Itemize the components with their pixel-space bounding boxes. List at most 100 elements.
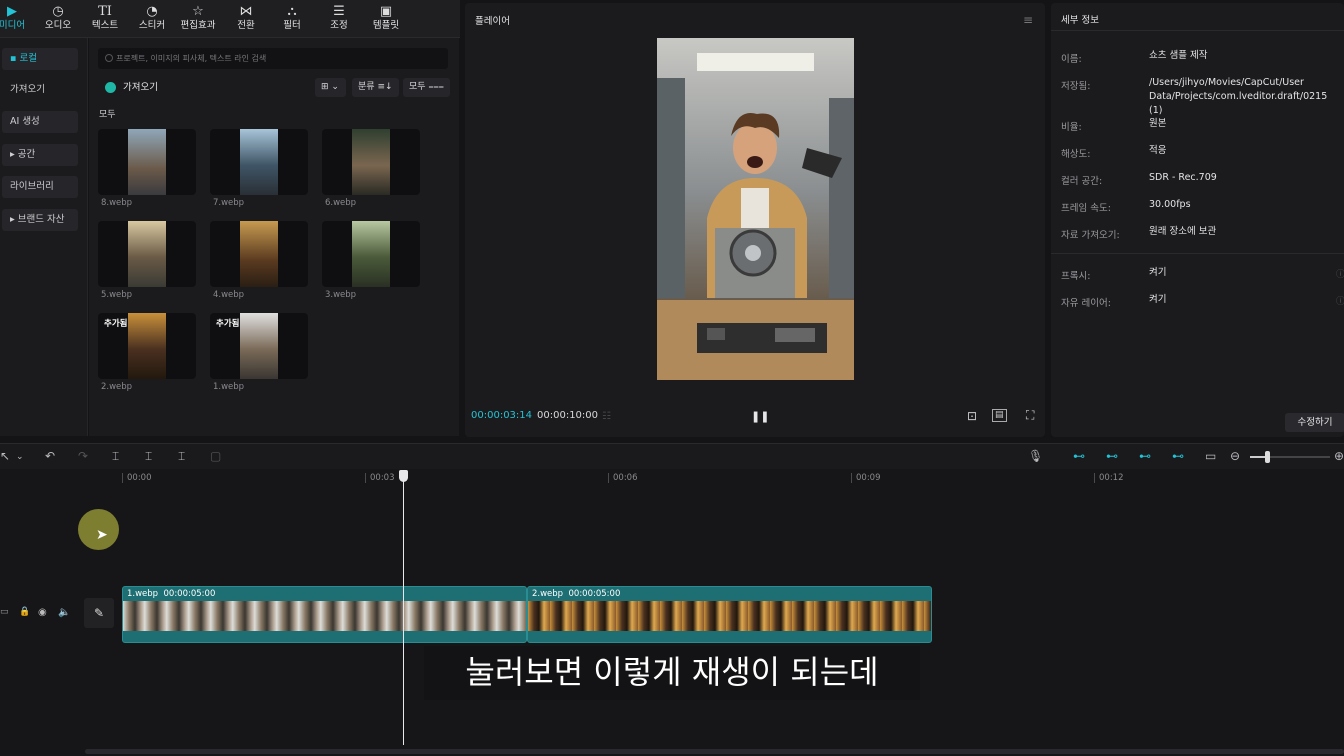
media-name: 7.webp (213, 198, 245, 208)
tool-label: 조정 (330, 20, 348, 31)
info-icon[interactable]: ⓘ (1336, 294, 1344, 307)
zoom-out-icon[interactable]: ⊖ (1230, 449, 1240, 463)
speaker-icon[interactable]: 🔈 (58, 607, 70, 618)
playhead[interactable] (403, 470, 404, 745)
tool-label: 전환 (237, 20, 255, 31)
template-icon: ▣ (379, 4, 393, 19)
lock-icon[interactable]: 🔒 (19, 607, 30, 617)
tool-audio[interactable]: ◷ 오디오 (36, 3, 80, 35)
edit-cover-icon[interactable]: ✎ (84, 598, 114, 628)
sidebar-item-space[interactable]: ▸ 공간 (2, 144, 78, 166)
magnet-icon[interactable]: ⊷ (1106, 449, 1118, 463)
tool-text[interactable]: TI 텍스트 (83, 3, 127, 35)
media-item[interactable] (98, 129, 196, 195)
filter-button[interactable]: 모두 ⩶ (403, 78, 450, 97)
sort-button[interactable]: 분류 ≡↓ (352, 78, 399, 97)
current-timecode: 00:00:03:14 (471, 410, 533, 421)
link-main-track-icon[interactable]: ⊷ (1073, 449, 1085, 463)
tool-label: 오디오 (44, 20, 72, 31)
media-item[interactable] (210, 221, 308, 287)
detail-key: 자유 레이어: (1061, 298, 1111, 309)
delete-icon[interactable]: ▢ (210, 449, 221, 463)
media-item[interactable]: 추가됨 (98, 313, 196, 379)
link-icon[interactable]: ⊷ (1139, 449, 1151, 463)
caption-icon[interactable]: ▭ (1205, 449, 1216, 463)
media-name: 1.webp (213, 382, 245, 392)
menu-icon[interactable]: ≡ (1023, 13, 1033, 27)
select-tool-icon[interactable]: ↖ (0, 449, 10, 463)
detail-key: 자료 가져오기: (1061, 230, 1120, 241)
cover-icon[interactable]: ▭ (0, 607, 9, 617)
detail-key: 컬러 공간: (1061, 176, 1103, 187)
media-item[interactable]: 추가됨 (210, 313, 308, 379)
media-panel: 프로젝트, 이미지의 피사체, 텍스트 라인 검색 가져오기 ⊞ ⌄ 분류 ≡↓… (89, 38, 459, 436)
filter-icon: ⛬ (287, 4, 297, 19)
sidebar-item-library[interactable]: 라이브러리 (2, 176, 78, 198)
timeline-scrollbar[interactable] (85, 749, 1344, 754)
timeline-ruler[interactable]: 00:00 00:03 00:06 00:09 00:12 (0, 469, 1344, 487)
tool-filter[interactable]: ⛬ 필터 (270, 3, 314, 35)
media-thumbnail (128, 221, 166, 287)
undo-icon[interactable]: ↶ (45, 449, 55, 463)
redo-icon[interactable]: ↷ (78, 449, 88, 463)
zoom-slider-handle[interactable] (1265, 451, 1270, 463)
tool-sticker[interactable]: ◔ 스티커 (130, 3, 174, 35)
ratio-icon[interactable]: ▤ (992, 409, 1007, 422)
media-name: 8.webp (101, 198, 133, 208)
player-title: 플레이어 (475, 16, 510, 27)
detail-value: 원래 장소에 보관 (1149, 226, 1217, 237)
view-toggle[interactable]: ⊞ ⌄ (315, 78, 346, 97)
playhead-handle[interactable] (399, 470, 408, 482)
search-input[interactable]: 프로젝트, 이미지의 피사체, 텍스트 라인 검색 (98, 48, 448, 69)
detail-value: 쇼츠 샘플 제작 (1149, 50, 1208, 61)
media-name: 4.webp (213, 290, 245, 300)
info-icon[interactable]: ⓘ (1336, 267, 1344, 280)
sidebar-item-import[interactable]: 가져오기 (2, 79, 78, 101)
sidebar-item-brand[interactable]: ▸ 브랜드 자산 (2, 209, 78, 231)
detail-value: 적응 (1149, 145, 1167, 156)
media-item[interactable] (322, 221, 420, 287)
import-button[interactable]: 가져오기 (103, 78, 158, 97)
detail-key: 비율: (1061, 122, 1082, 133)
pause-icon[interactable]: ❚❚ (751, 410, 769, 423)
detail-key: 프레임 속도: (1061, 203, 1111, 214)
chevron-down-icon[interactable]: ⌄ (16, 452, 24, 462)
screenshot-icon[interactable]: ⊡ (967, 409, 977, 423)
sidebar-item-local[interactable]: ▪ 로컬 (2, 48, 78, 70)
details-title: 세부 정보 (1051, 3, 1344, 31)
grid-icon: ⊞ ⌄ (321, 82, 339, 92)
media-thumbnail (240, 129, 278, 195)
split-left-icon[interactable]: ⌶ (145, 449, 152, 464)
media-item[interactable] (322, 129, 420, 195)
tool-template[interactable]: ▣ 템플릿 (364, 3, 408, 35)
split-right-icon[interactable]: ⌶ (178, 449, 185, 464)
text-icon: TI (98, 4, 112, 19)
timecode-menu-icon[interactable]: ☷ (602, 411, 611, 422)
media-item[interactable] (210, 129, 308, 195)
detail-key: 저장됨: (1061, 81, 1091, 92)
detail-value: 원본 (1149, 118, 1167, 129)
fullscreen-icon[interactable]: ⛶ (1026, 408, 1034, 423)
timeline-clip[interactable]: 1.webp 00:00:05:00 (122, 586, 527, 643)
tool-effects[interactable]: ☆ 편집효과 (176, 3, 220, 35)
tool-transition[interactable]: ⋈ 전환 (224, 3, 268, 35)
timeline-clip[interactable]: 2.webp 00:00:05:00 (527, 586, 932, 643)
track-header: ▭ 🔒 ◉ 🔈 ✎ (0, 586, 118, 646)
timeline-toolbar: ↖ ⌄ ↶ ↷ ⌶ ⌶ ⌶ ▢ 🎙 ⊷ ⊷ ⊷ ⊷ ▭ ⊖ ⊕ (0, 443, 1344, 469)
total-timecode: 00:00:10:00 (537, 410, 599, 421)
eye-icon[interactable]: ◉ (38, 607, 47, 618)
media-name: 3.webp (325, 290, 357, 300)
preview-axis-icon[interactable]: ⊷ (1172, 449, 1184, 463)
tool-media[interactable]: ▶ 미디어 (0, 3, 34, 35)
tool-label: 텍스트 (91, 20, 119, 31)
detail-value: /Users/jihyo/Movies/CapCut/User Data/Pro… (1149, 77, 1328, 116)
tool-adjust[interactable]: ☰ 조정 (317, 3, 361, 35)
edit-button[interactable]: 수정하기 (1285, 413, 1344, 432)
zoom-in-icon[interactable]: ⊕ (1334, 449, 1344, 463)
microphone-icon[interactable]: 🎙 (1028, 449, 1043, 463)
sidebar-item-ai[interactable]: AI 생성 (2, 111, 78, 133)
section-label: 모두 (99, 110, 116, 120)
split-icon[interactable]: ⌶ (112, 449, 119, 464)
zoom-slider[interactable] (1250, 451, 1330, 463)
media-item[interactable] (98, 221, 196, 287)
